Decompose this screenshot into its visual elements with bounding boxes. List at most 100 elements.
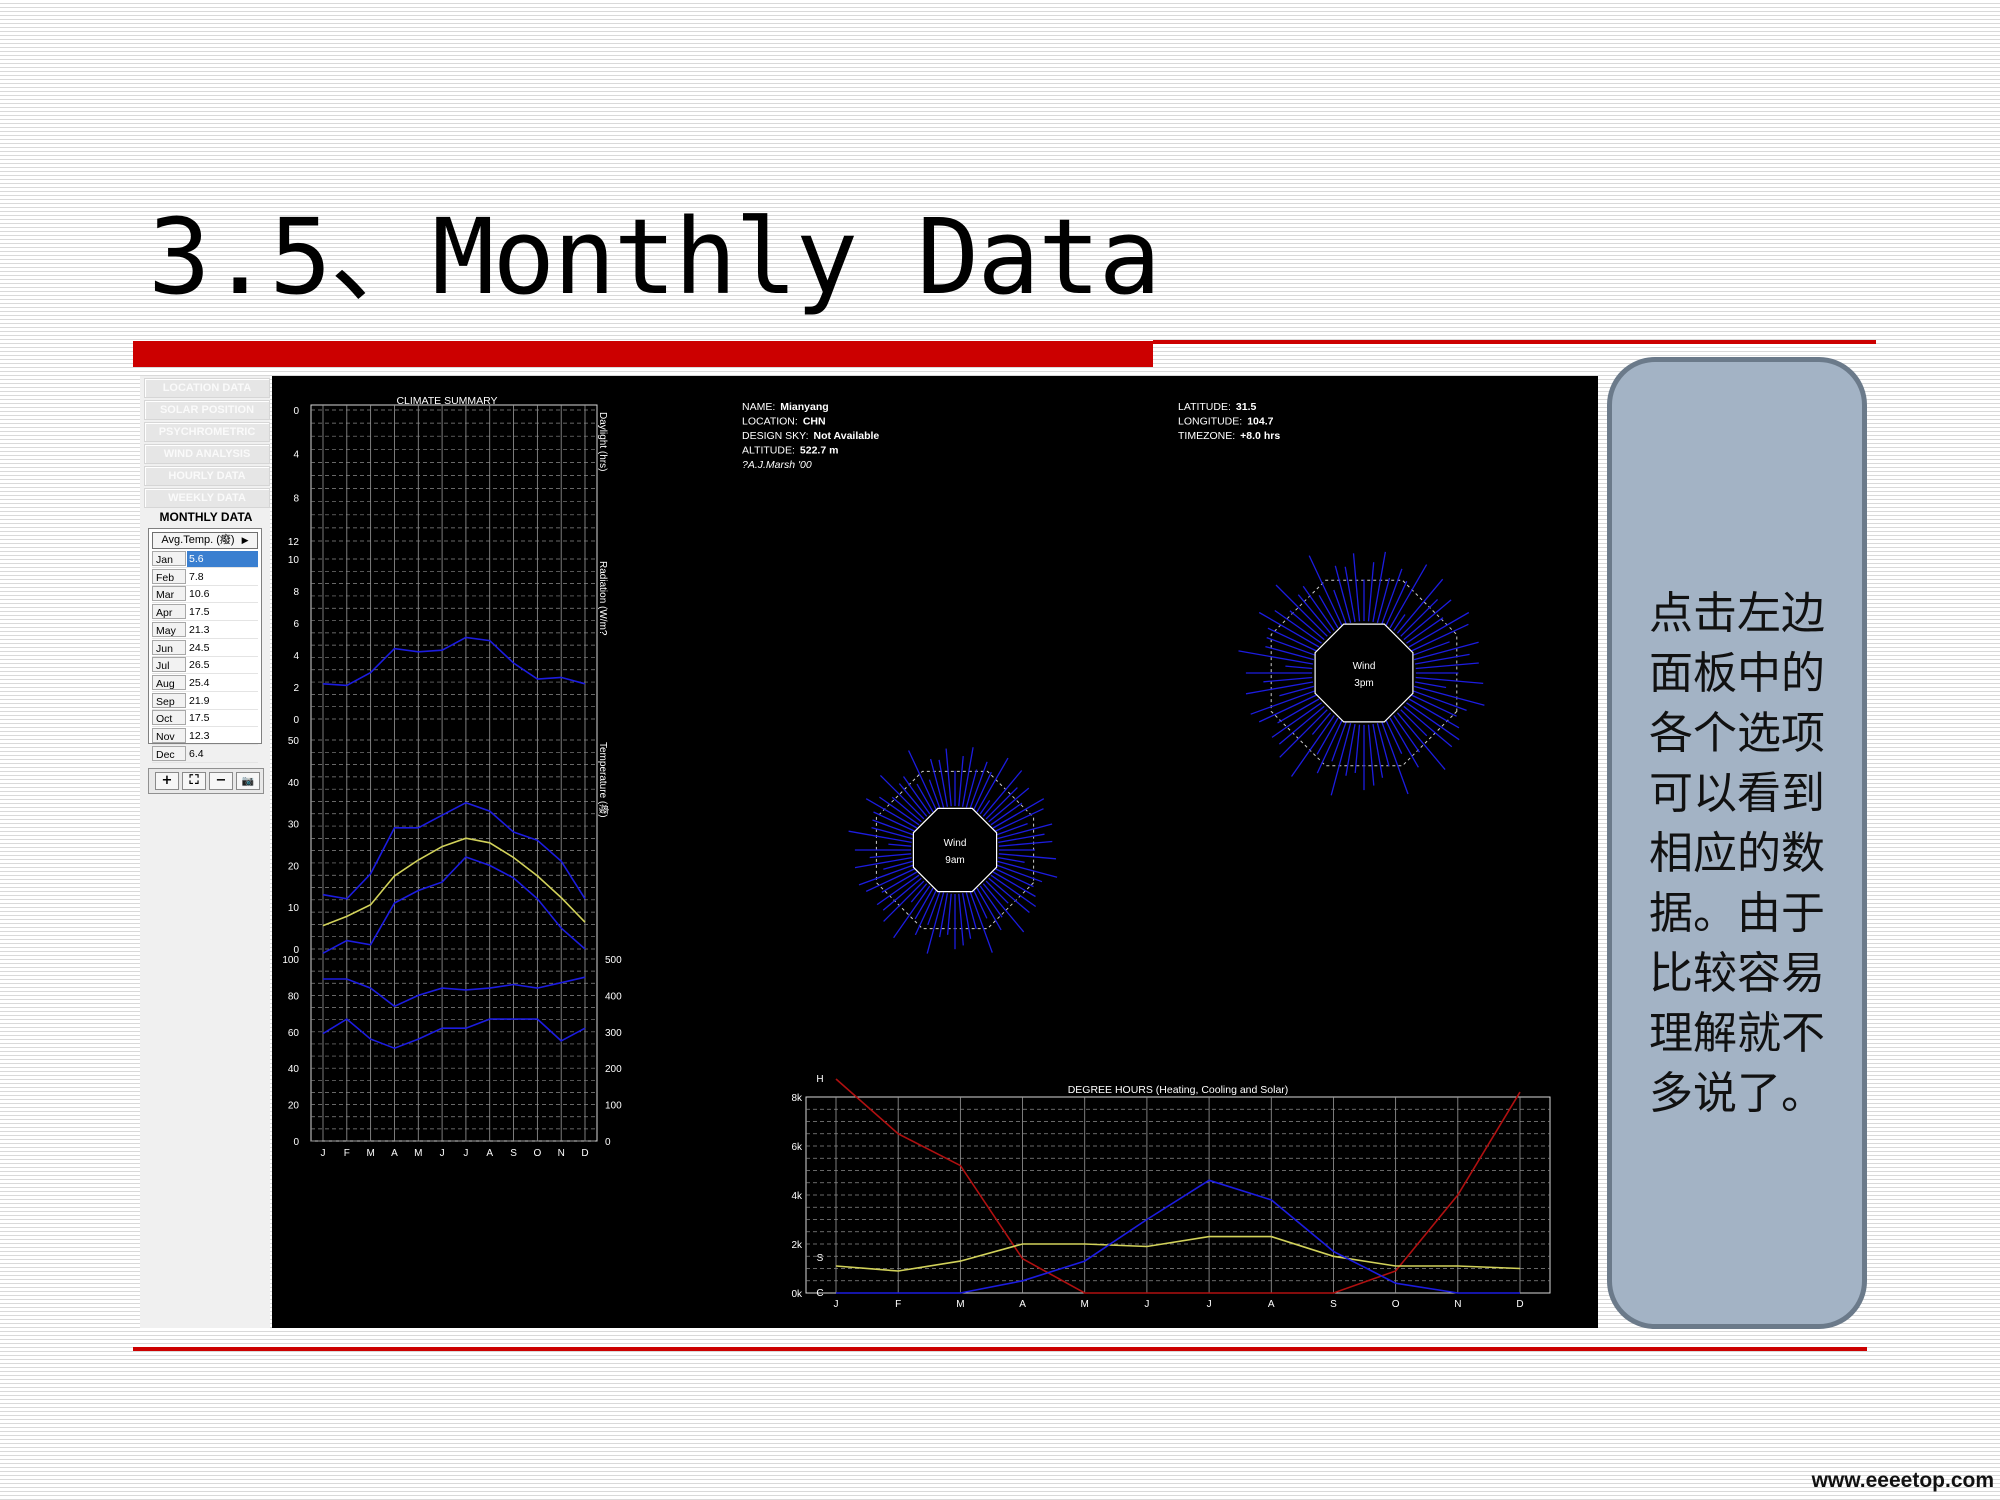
wind-spoke: [1403, 599, 1452, 641]
series-label: S: [817, 1253, 824, 1264]
charts-svg: CLIMATE SUMMARY 0 4 8 12 Daylight (hrs) 10 8 6 4 2…: [282, 395, 1551, 1310]
x-tick-label: J: [440, 1148, 445, 1159]
degree-hours-line: [835, 1235, 1521, 1272]
fit-to-window-button[interactable]: ⛶: [182, 772, 206, 790]
y-tick-label: 10: [288, 903, 300, 914]
footer-accent-line: [133, 1347, 1867, 1351]
x-tick-label: S: [510, 1148, 517, 1159]
table-row[interactable]: Mar 10.6: [152, 586, 258, 604]
wind-spoke: [1265, 645, 1314, 661]
title-accent-line: [1153, 340, 1876, 344]
y-axis-label: Daylight (hrs): [597, 412, 608, 471]
zoom-out-button[interactable]: −: [209, 772, 233, 790]
fit-to-window-icon: ⛶: [189, 773, 199, 788]
menu-button-wind-analysis[interactable]: WIND ANALYSIS: [144, 444, 270, 464]
value-cell[interactable]: 24.5: [187, 640, 258, 656]
x-tick-label: J: [1144, 1299, 1149, 1310]
series-line-humidity-rain: [323, 976, 586, 1008]
wind-spoke: [976, 887, 1002, 931]
table-row[interactable]: Oct 17.5: [152, 710, 258, 728]
info-row: LOCATION: CHN: [742, 416, 826, 428]
menu-button-hourly-data[interactable]: HOURLY DATA: [144, 466, 270, 486]
wind-spoke: [1367, 724, 1375, 786]
y-tick-label: 10: [288, 555, 300, 566]
wind-rose-label: Wind: [944, 838, 967, 849]
wind-spoke: [998, 833, 1045, 844]
table-row[interactable]: Aug 25.4: [152, 674, 258, 692]
x-tick-label: J: [321, 1148, 326, 1159]
triangle-right-icon: ▶: [241, 535, 249, 545]
table-row[interactable]: May 21.3: [152, 621, 258, 639]
x-tick-label: M: [956, 1299, 964, 1310]
table-row[interactable]: Apr 17.5: [152, 604, 258, 622]
month-cell: Oct: [152, 710, 186, 726]
climate-summary-title: CLIMATE SUMMARY: [396, 395, 497, 407]
wind-spoke: [1415, 662, 1479, 670]
y-tick-label: 6k: [791, 1142, 803, 1153]
table-row[interactable]: Nov 12.3: [152, 728, 258, 745]
table-row[interactable]: Feb 7.8: [152, 568, 258, 586]
wind-spoke: [998, 856, 1025, 863]
wind-rose-time: 9am: [945, 855, 964, 866]
zoom-in-icon: +: [161, 773, 173, 788]
table-row[interactable]: Dec 6.4: [152, 745, 258, 763]
wind-spoke: [848, 830, 912, 844]
x-tick-label: M: [414, 1148, 422, 1159]
value-cell[interactable]: 17.5: [187, 604, 258, 620]
value-cell[interactable]: 21.9: [187, 693, 258, 709]
wind-spoke: [865, 798, 918, 829]
value-cell[interactable]: 21.3: [187, 622, 258, 638]
value-cell[interactable]: 25.4: [187, 675, 258, 691]
value-cell[interactable]: 17.5: [187, 710, 258, 726]
value-cell[interactable]: 12.3: [187, 728, 258, 744]
value-cell[interactable]: 26.5: [187, 657, 258, 673]
y-tick-label: 60: [288, 1028, 300, 1039]
menu-button-solar-position[interactable]: SOLAR POSITION: [144, 400, 270, 420]
toolbar: + ⛶ − 📷: [148, 768, 264, 794]
table-row[interactable]: Sep 21.9: [152, 692, 258, 710]
data-type-select[interactable]: Avg.Temp. (癈) ▶: [152, 532, 258, 549]
wind-spoke: [938, 759, 949, 807]
wind-rose-inner-ring: [912, 807, 998, 893]
wind-spoke: [1263, 676, 1313, 683]
table-row[interactable]: Jul 26.5: [152, 657, 258, 675]
zoom-in-button[interactable]: +: [155, 772, 179, 790]
x-tick-label: A: [486, 1148, 493, 1159]
table-row[interactable]: Jan 5.6: [152, 551, 258, 568]
menu-button-psychrometric[interactable]: PSYCHROMETRIC: [144, 422, 270, 442]
wind-spoke: [1258, 611, 1320, 648]
y-tick-label: 40: [288, 778, 300, 789]
info-value: 104.7: [1247, 416, 1273, 428]
watermark-text: www.eeeetop.com: [1811, 1469, 1994, 1492]
x-tick-label: A: [391, 1148, 398, 1159]
y-tick-label: 80: [288, 991, 300, 1002]
value-cell[interactable]: 6.4: [187, 746, 258, 762]
wind-spoke: [902, 776, 931, 815]
wind-spoke: [1372, 551, 1387, 623]
month-cell: Jul: [152, 657, 186, 673]
info-row: ALTITUDE: 522.7 m: [742, 445, 838, 457]
degree-hours-line: [836, 1179, 1520, 1294]
y-tick-label: 4k: [791, 1191, 803, 1202]
wind-spoke: [958, 756, 964, 807]
degree-hours-line: [835, 1078, 1521, 1294]
chart-canvas: CLIMATE SUMMARY 0 4 8 12 Daylight (hrs) 10 8 6 4 2…: [272, 376, 1598, 1328]
panel-heading: MONTHLY DATA: [159, 510, 253, 524]
value-cell[interactable]: 7.8: [187, 569, 258, 585]
month-cell: Nov: [152, 728, 186, 743]
info-label: TIMEZONE:: [1178, 430, 1235, 442]
wind-spoke: [979, 800, 991, 815]
table-row[interactable]: Jun 24.5: [152, 639, 258, 657]
title-accent-bar: [133, 341, 1153, 367]
wind-rose-3pm: Wind 3pm: [1238, 551, 1485, 796]
info-row: NAME: Mianyang: [742, 401, 829, 413]
menu-button-location-data[interactable]: LOCATION DATA: [144, 378, 270, 398]
wind-spoke: [985, 787, 1018, 820]
camera-button[interactable]: 📷: [236, 772, 260, 790]
value-cell[interactable]: 10.6: [187, 586, 258, 602]
menu-button-weekly-data[interactable]: WEEKLY DATA: [144, 488, 270, 508]
value-cell[interactable]: 5.6: [187, 551, 258, 567]
y-tick-label: 30: [288, 820, 300, 831]
x-tick-label: M: [366, 1148, 374, 1159]
y-tick-label: 8k: [791, 1093, 803, 1104]
